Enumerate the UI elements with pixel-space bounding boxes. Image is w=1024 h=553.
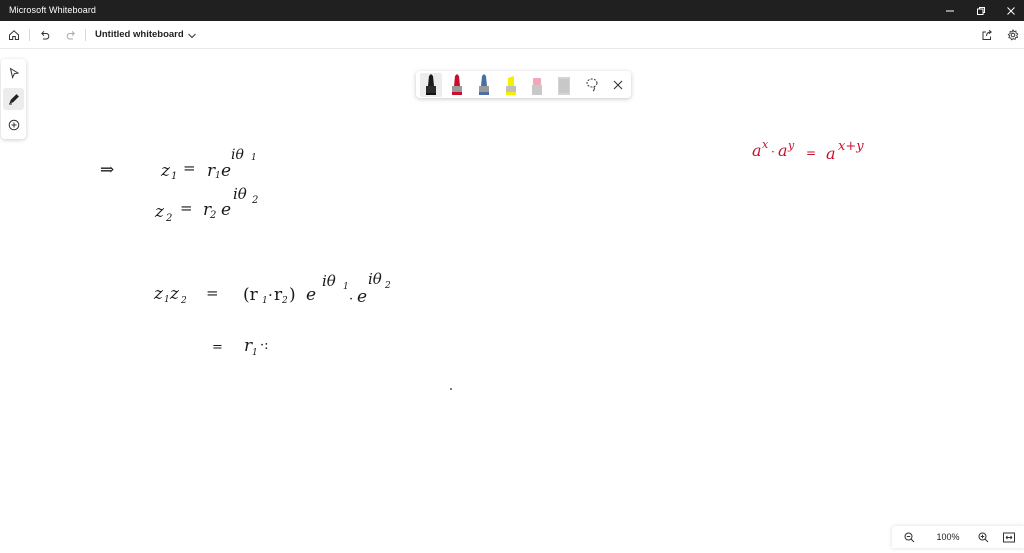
product-e2: e [357, 287, 367, 307]
product-equals: = [206, 284, 219, 302]
z2-subscript: 2 [165, 213, 172, 224]
undo-button[interactable] [34, 24, 56, 46]
line4-equals: = [212, 340, 223, 355]
product-e1-exponent-subscript: 1 [343, 282, 349, 292]
product-r1-subscript: 1 [262, 296, 268, 306]
close-icon [1007, 6, 1015, 15]
product-z1: z [153, 284, 164, 304]
minimize-icon [946, 10, 954, 11]
product-open-paren-r: (r [243, 285, 259, 305]
z1-exponential: e [221, 161, 231, 181]
chevron-down-icon [188, 33, 196, 39]
z2-exponent-subscript: 2 [251, 195, 258, 206]
toolbar-divider [29, 29, 30, 41]
zoom-in-icon [978, 532, 988, 542]
title-bar: Microsoft Whiteboard [0, 0, 1024, 21]
red-a1: a [752, 141, 762, 160]
z2-exponential: e [221, 200, 231, 220]
implies-symbol: ⇒ [100, 160, 114, 180]
product-dot-2: · [349, 292, 353, 307]
board-title-dropdown[interactable] [184, 25, 200, 47]
line4-tail: ·: [260, 338, 269, 353]
home-button[interactable] [3, 24, 25, 46]
z2-equals: = [180, 199, 193, 217]
z1-equals: = [183, 159, 196, 177]
minimize-button[interactable] [935, 0, 965, 21]
product-r2-subscript: 2 [281, 296, 288, 306]
product-e2-exponent-subscript: 2 [384, 281, 391, 291]
red-exponent-x: x [762, 138, 769, 151]
z1-exponent: iθ [231, 147, 244, 163]
red-exponent-y: y [787, 139, 795, 152]
red-a3: a [826, 144, 836, 163]
product-z2-subscript: 2 [180, 296, 187, 306]
z2-modulus-subscript: 2 [209, 210, 216, 221]
product-e1: e [306, 285, 316, 305]
zoom-control: 100% [892, 526, 1024, 548]
restore-button[interactable] [966, 0, 996, 21]
toolbar-divider [85, 29, 86, 41]
zoom-in-button[interactable] [972, 526, 994, 548]
home-icon [9, 30, 19, 40]
redo-icon [66, 30, 75, 40]
undo-icon [41, 30, 50, 40]
redo-button[interactable] [60, 24, 82, 46]
share-icon [982, 29, 992, 40]
zoom-level: 100% [936, 532, 960, 542]
z1-exponent-subscript: 1 [251, 153, 257, 163]
zoom-out-button[interactable] [898, 526, 920, 548]
close-window-button[interactable] [996, 0, 1024, 21]
z1-letter: z [160, 161, 171, 181]
board-title[interactable]: Untitled whiteboard [95, 29, 184, 40]
whiteboard-canvas[interactable]: ⇒ z 1 = r 1 e iθ 1 z 2 = r 2 e iθ 2 z 1 … [0, 49, 1024, 548]
z2-letter: z [154, 202, 165, 222]
z1-modulus-subscript: 1 [215, 171, 221, 181]
product-close-paren: ) [289, 285, 296, 305]
product-e1-exponent: iθ [322, 272, 336, 290]
restore-icon [977, 6, 985, 15]
fit-icon [1003, 532, 1015, 542]
settings-icon [1007, 29, 1019, 41]
red-equals: = [806, 146, 816, 160]
z1-subscript: 1 [171, 171, 177, 182]
ink-layer: ⇒ z 1 = r 1 e iθ 1 z 2 = r 2 e iθ 2 z 1 … [100, 138, 864, 390]
z2-exponent: iθ [233, 185, 247, 203]
fit-to-screen-button[interactable] [998, 526, 1020, 548]
settings-button[interactable] [1002, 24, 1024, 46]
app-toolbar: Untitled whiteboard [0, 21, 1024, 49]
product-e2-exponent: iθ [368, 270, 382, 288]
product-z2: z [169, 284, 180, 304]
product-z1-subscript: 1 [164, 295, 170, 305]
red-exponent-sum: x+y [838, 139, 864, 154]
window-title: Microsoft Whiteboard [9, 5, 97, 15]
product-dot: · [268, 286, 273, 304]
red-a2: a [778, 141, 788, 160]
zoom-out-icon [904, 532, 914, 542]
line4-r-subscript: 1 [252, 348, 258, 358]
red-dot: · [771, 145, 775, 159]
share-button[interactable] [976, 24, 998, 46]
ink-dot [450, 388, 452, 390]
